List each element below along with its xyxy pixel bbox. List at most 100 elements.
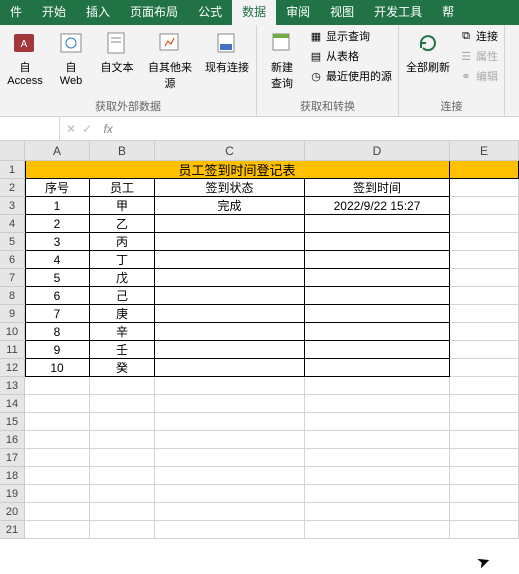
existing-conn-button[interactable]: 现有连接 [202, 27, 252, 77]
cell[interactable] [450, 269, 519, 287]
cell[interactable] [450, 485, 519, 503]
row-header[interactable]: 5 [0, 233, 25, 251]
col-header-c[interactable]: C [155, 141, 305, 160]
col-header-d[interactable]: D [305, 141, 450, 160]
row-header[interactable]: 21 [0, 521, 25, 539]
tab-file[interactable]: 件 [0, 0, 32, 25]
table-cell[interactable] [155, 359, 305, 377]
table-cell[interactable]: 4 [25, 251, 90, 269]
cell[interactable] [450, 215, 519, 233]
cell[interactable] [25, 413, 90, 431]
cell[interactable] [90, 503, 155, 521]
table-cell[interactable] [155, 323, 305, 341]
table-cell[interactable] [305, 305, 450, 323]
table-cell[interactable]: 2 [25, 215, 90, 233]
table-cell[interactable]: 戊 [90, 269, 155, 287]
col-header-e[interactable]: E [450, 141, 519, 160]
table-cell[interactable] [155, 269, 305, 287]
table-cell[interactable]: 1 [25, 197, 90, 215]
row-header[interactable]: 15 [0, 413, 25, 431]
cell[interactable] [90, 485, 155, 503]
cell[interactable] [450, 323, 519, 341]
sheet-title[interactable]: 员工签到时间登记表 [25, 161, 450, 179]
row-header[interactable]: 20 [0, 503, 25, 521]
name-box[interactable] [0, 117, 60, 140]
cells-area[interactable]: 员工签到时间登记表序号员工签到状态签到时间1甲完成2022/9/22 15:27… [25, 161, 519, 539]
cell[interactable] [90, 467, 155, 485]
table-cell[interactable] [305, 341, 450, 359]
connections-button[interactable]: ⧉连接 [457, 27, 500, 45]
cell[interactable] [25, 467, 90, 485]
cell[interactable] [25, 521, 90, 539]
col-header-a[interactable]: A [25, 141, 90, 160]
row-header[interactable]: 13 [0, 377, 25, 395]
cell[interactable] [90, 449, 155, 467]
row-header[interactable]: 4 [0, 215, 25, 233]
cell[interactable] [90, 521, 155, 539]
table-cell[interactable] [305, 359, 450, 377]
table-cell[interactable]: 己 [90, 287, 155, 305]
cell[interactable] [305, 449, 450, 467]
row-header[interactable]: 7 [0, 269, 25, 287]
cell[interactable] [155, 449, 305, 467]
cell[interactable] [90, 413, 155, 431]
cell[interactable] [90, 431, 155, 449]
cell[interactable] [155, 413, 305, 431]
tab-formula[interactable]: 公式 [188, 0, 232, 25]
table-cell[interactable]: 庚 [90, 305, 155, 323]
row-header[interactable]: 14 [0, 395, 25, 413]
tab-dev[interactable]: 开发工具 [364, 0, 432, 25]
cell[interactable] [155, 521, 305, 539]
table-header[interactable]: 签到状态 [155, 179, 305, 197]
row-header[interactable]: 1 [0, 161, 25, 179]
from-access-button[interactable]: A 自 Access [4, 27, 46, 89]
row-header[interactable]: 17 [0, 449, 25, 467]
tab-help[interactable]: 帮 [432, 0, 464, 25]
cell[interactable] [450, 341, 519, 359]
cell[interactable] [305, 467, 450, 485]
table-cell[interactable] [305, 287, 450, 305]
row-header[interactable]: 8 [0, 287, 25, 305]
tab-view[interactable]: 视图 [320, 0, 364, 25]
table-cell[interactable]: 乙 [90, 215, 155, 233]
cell[interactable] [305, 431, 450, 449]
cell[interactable] [450, 197, 519, 215]
table-cell[interactable] [305, 269, 450, 287]
cell[interactable] [25, 377, 90, 395]
edit-links-button[interactable]: ⚭编辑 [457, 67, 500, 85]
cell[interactable] [450, 287, 519, 305]
cell[interactable] [155, 485, 305, 503]
table-cell[interactable]: 丁 [90, 251, 155, 269]
table-cell[interactable]: 壬 [90, 341, 155, 359]
table-cell[interactable] [155, 233, 305, 251]
cell[interactable] [450, 233, 519, 251]
cancel-icon[interactable]: ✕ [66, 122, 76, 136]
row-header[interactable]: 19 [0, 485, 25, 503]
row-header[interactable]: 6 [0, 251, 25, 269]
table-cell[interactable] [155, 215, 305, 233]
cell[interactable] [305, 413, 450, 431]
properties-button[interactable]: ☰属性 [457, 47, 500, 65]
cell[interactable] [305, 521, 450, 539]
cell[interactable] [305, 377, 450, 395]
cell[interactable] [450, 161, 519, 179]
cell[interactable] [305, 485, 450, 503]
from-text-button[interactable]: 自文本 [96, 27, 138, 77]
row-header[interactable]: 2 [0, 179, 25, 197]
table-cell[interactable] [155, 251, 305, 269]
cell[interactable] [25, 503, 90, 521]
cell[interactable] [25, 431, 90, 449]
row-header[interactable]: 9 [0, 305, 25, 323]
refresh-all-button[interactable]: 全部刷新 [403, 27, 453, 77]
table-cell[interactable]: 癸 [90, 359, 155, 377]
cell[interactable] [450, 467, 519, 485]
tab-layout[interactable]: 页面布局 [120, 0, 188, 25]
row-header[interactable]: 18 [0, 467, 25, 485]
cell[interactable] [450, 359, 519, 377]
table-header[interactable]: 序号 [25, 179, 90, 197]
table-cell[interactable]: 丙 [90, 233, 155, 251]
cell[interactable] [450, 521, 519, 539]
table-cell[interactable] [155, 287, 305, 305]
cell[interactable] [450, 377, 519, 395]
from-web-button[interactable]: 自 Web [50, 27, 92, 89]
